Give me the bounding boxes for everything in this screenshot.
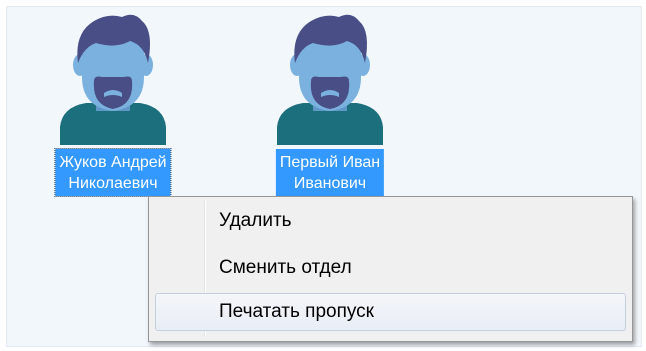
menu-item-print-pass[interactable]: Печатать пропуск [155,293,626,331]
user-name-line1: Первый Иван [279,154,381,171]
user-name-label[interactable]: Первый Иван Иванович [275,149,385,196]
user-name-line1: Жуков Андрей [59,154,167,171]
user-name-label[interactable]: Жуков Андрей Николаевич [54,148,172,197]
user-name-line2: Иванович [293,175,367,192]
user-avatar-icon [38,7,188,145]
context-menu: Удалить Сменить отдел Печатать пропуск [148,196,633,342]
user-name-line2: Николаевич [68,175,158,192]
menu-item-label: Печатать пропуск [219,301,374,322]
menu-item-label: Сменить отдел [219,257,352,278]
menu-item-delete[interactable]: Удалить [155,202,626,240]
user-avatar-icon [255,7,405,145]
menu-item-label: Удалить [219,210,292,231]
menu-item-change-department[interactable]: Сменить отдел [155,249,626,287]
